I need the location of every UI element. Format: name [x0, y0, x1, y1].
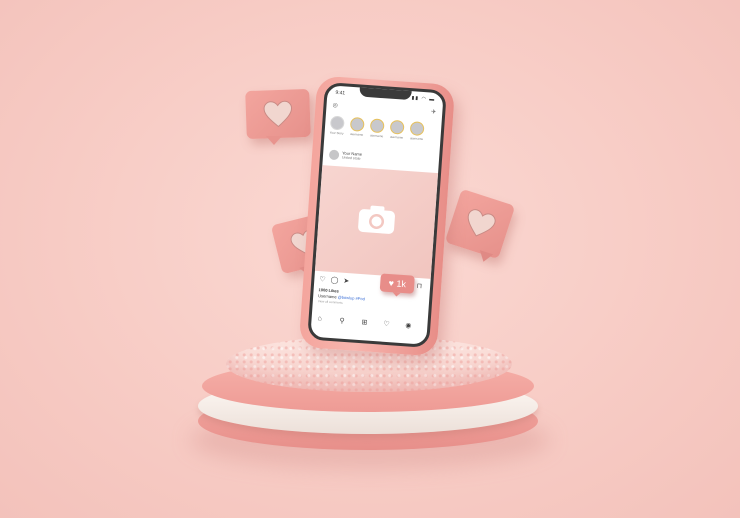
heart-bubble-right: [444, 188, 516, 260]
like-count-badge: ♥ 1k: [379, 273, 415, 294]
heart-icon[interactable]: ♡: [383, 320, 390, 328]
story-label: username: [409, 136, 424, 142]
story-label: Your Story: [329, 130, 344, 136]
bottom-nav: ⌂ ⚲ ⊞ ♡ ◉: [317, 315, 421, 332]
heart-bubble-top: [245, 88, 311, 140]
stories-row: Your Story username username username us…: [328, 115, 440, 149]
status-icons: ▮▮ ◠ ▬: [411, 95, 436, 103]
avatar[interactable]: [328, 149, 340, 161]
view-comments[interactable]: View all comments: [318, 299, 343, 305]
post-image[interactable]: [314, 165, 439, 279]
comment-icon[interactable]: ◯: [330, 277, 338, 285]
story-label: username: [389, 134, 404, 140]
status-time: 9:41: [335, 89, 346, 97]
post-location: United state: [341, 155, 361, 161]
camera-placeholder-icon: [358, 205, 395, 234]
phone-screen: 9:41 ▮▮ ◠ ▬ ◎ ✈ Your Story username user…: [307, 82, 447, 348]
scene: 9:41 ▮▮ ◠ ▬ ◎ ✈ Your Story username user…: [0, 0, 740, 518]
phone: 9:41 ▮▮ ◠ ▬ ◎ ✈ Your Story username user…: [298, 75, 456, 357]
send-icon[interactable]: ✈: [431, 109, 437, 116]
story-item[interactable]: username: [368, 118, 385, 138]
story-item[interactable]: username: [408, 121, 425, 141]
search-icon[interactable]: ⚲: [339, 317, 345, 325]
heart-icon: [467, 209, 496, 237]
story-avatar: [389, 119, 405, 135]
story-avatar: [349, 116, 365, 132]
share-icon[interactable]: ➤: [343, 278, 349, 285]
story-avatar: [409, 121, 425, 137]
bubble-tail: [266, 136, 282, 145]
profile-icon[interactable]: ◉: [405, 321, 412, 329]
story-item[interactable]: username: [348, 116, 365, 137]
home-icon[interactable]: ⌂: [317, 315, 322, 322]
story-item[interactable]: username: [388, 119, 405, 140]
story-item[interactable]: Your Story: [329, 115, 346, 135]
story-avatar: [329, 115, 345, 131]
add-icon[interactable]: ⊞: [361, 318, 367, 326]
like-icon[interactable]: ♡: [319, 276, 326, 283]
story-avatar: [369, 118, 385, 134]
bookmark-icon[interactable]: ⊓: [416, 282, 422, 290]
story-label: username: [369, 133, 384, 139]
story-label: username: [349, 131, 364, 137]
heart-icon: [263, 100, 293, 128]
camera-icon[interactable]: ◎: [332, 102, 338, 109]
